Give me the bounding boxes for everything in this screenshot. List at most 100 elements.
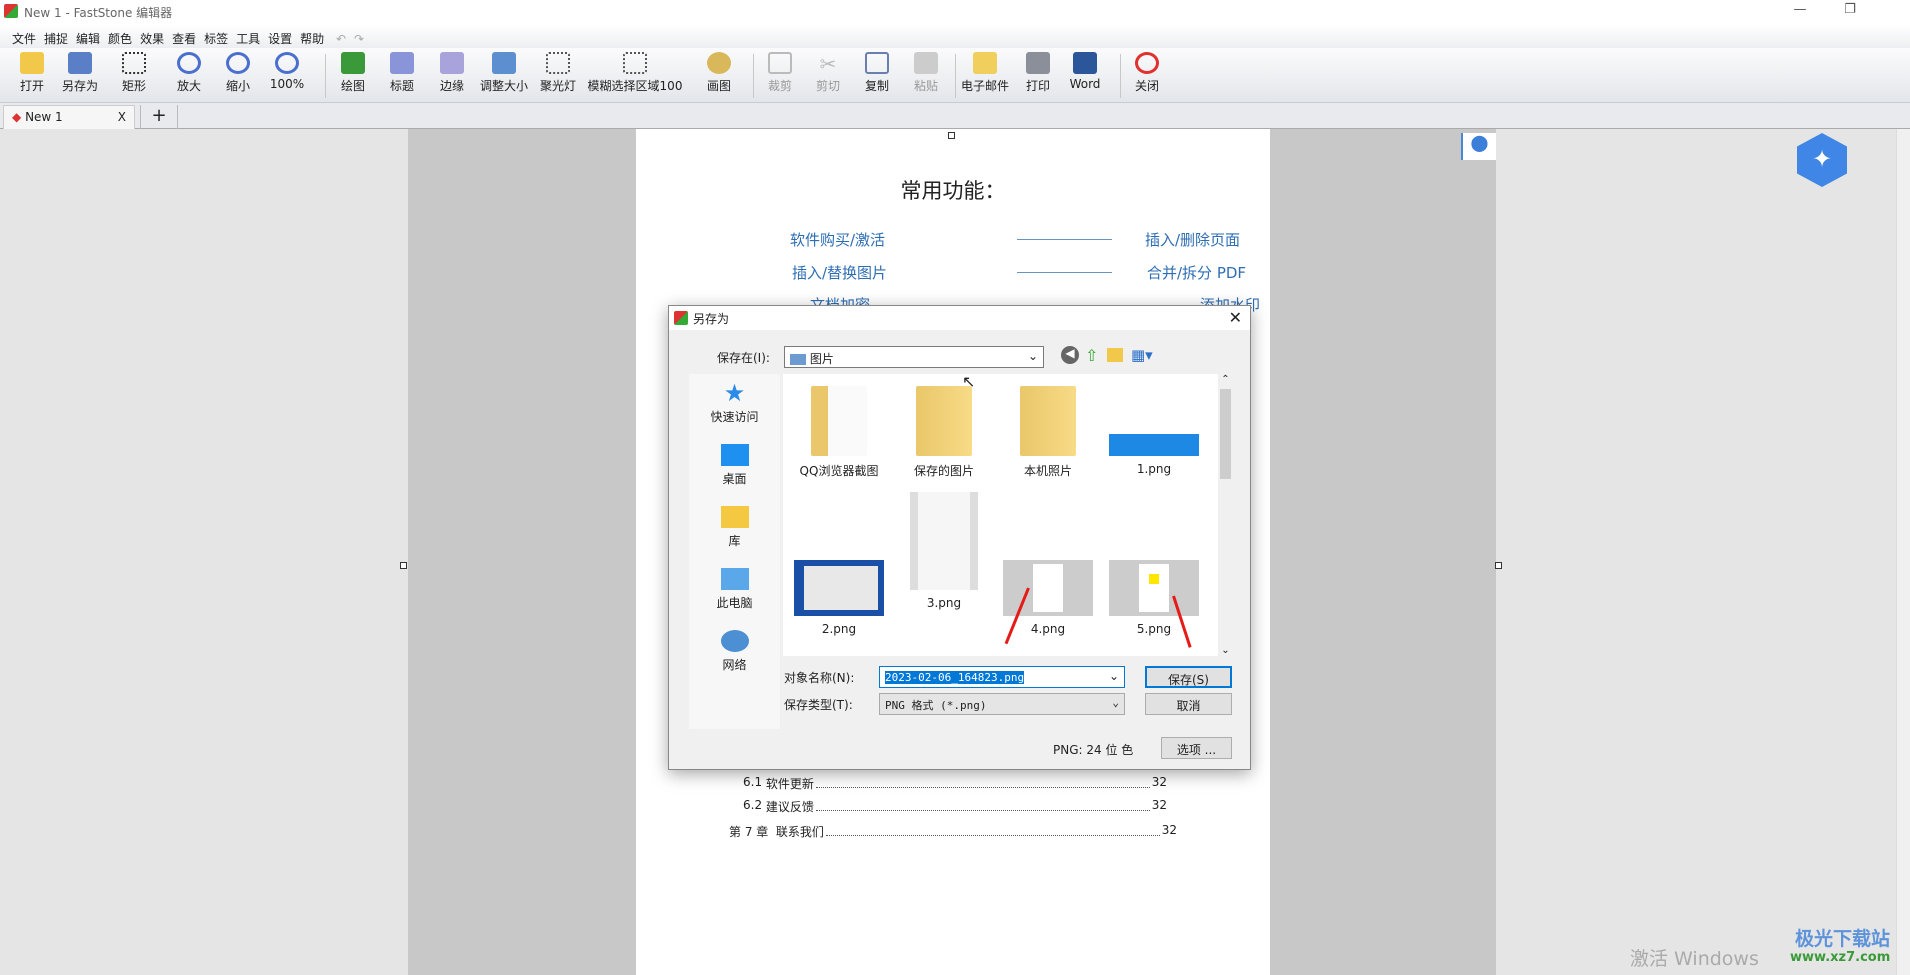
file-item[interactable]: 2.png [789, 534, 889, 636]
file-item[interactable]: 5.png [1104, 534, 1204, 636]
folder-icon [916, 386, 972, 456]
file-list-scrollbar[interactable]: ⌃ ⌄ [1218, 374, 1233, 656]
edge-button[interactable]: 边缘 [427, 52, 477, 100]
caption-button[interactable]: 标题 [377, 52, 427, 100]
spotlight-button[interactable]: 聚光灯 [533, 52, 583, 100]
menu-tools[interactable]: 工具 [232, 27, 264, 50]
print-button[interactable]: 打印 [1013, 52, 1063, 100]
file-item[interactable]: QQ浏览器截图 [789, 386, 889, 479]
save-button[interactable]: 保存(S) [1145, 666, 1232, 688]
menu-effects[interactable]: 效果 [136, 27, 168, 50]
resize-handle-top[interactable] [948, 132, 955, 139]
caption-icon [390, 52, 414, 74]
zoom-in-icon [177, 52, 201, 74]
resize-button[interactable]: 调整大小 [476, 52, 532, 100]
save-as-button[interactable]: 另存为 [55, 52, 105, 100]
doc-link: 插入/替换图片 [792, 264, 888, 282]
rectangle-select-button[interactable]: 矩形 [109, 52, 159, 100]
draw-button[interactable]: 绘图 [328, 52, 378, 100]
save-in-label: 保存在(I): [717, 351, 770, 365]
cancel-button[interactable]: 取消 [1145, 693, 1232, 715]
open-button[interactable]: 打开 [7, 52, 57, 100]
image-thumbnail [1109, 434, 1199, 456]
minimize-button[interactable]: — [1780, 2, 1820, 22]
menu-file[interactable]: 文件 [8, 27, 40, 50]
menu-settings[interactable]: 设置 [264, 27, 296, 50]
place-network[interactable]: 网络 [689, 630, 780, 673]
word-button[interactable]: Word [1060, 52, 1110, 100]
back-icon[interactable]: ◀ [1061, 346, 1079, 364]
place-this-pc[interactable]: 此电脑 [689, 568, 780, 611]
dialog-close-button[interactable]: ✕ [1229, 308, 1242, 327]
new-folder-icon[interactable] [1107, 348, 1123, 362]
restore-button[interactable]: ❐ [1830, 2, 1870, 22]
zoom-in-button[interactable]: 放大 [164, 52, 214, 100]
crop-button[interactable]: 裁剪 [755, 52, 805, 100]
tab-label: New 1 [25, 110, 63, 124]
menu-edit[interactable]: 编辑 [72, 27, 104, 50]
place-quick-access[interactable]: ★ 快速访问 [689, 381, 780, 425]
separator [955, 54, 956, 98]
menu-tags[interactable]: 标签 [200, 27, 232, 50]
zoom-out-button[interactable]: 缩小 [213, 52, 263, 100]
resize-handle-left[interactable] [400, 562, 407, 569]
zoom-level-button[interactable]: 100% [262, 52, 312, 100]
file-item[interactable]: 本机照片 [998, 386, 1098, 479]
activate-windows-watermark: 激活 Windows [1630, 948, 1759, 970]
cut-button[interactable]: ✂ 剪切 [803, 52, 853, 100]
save-in-dropdown[interactable]: 图片 ⌄ [784, 346, 1044, 368]
image-thumbnail [1003, 560, 1093, 616]
separator [1120, 54, 1121, 98]
file-item[interactable]: 保存的图片 [894, 386, 994, 479]
toc-entry: 第 7 章 联系我们 32 [729, 823, 1177, 839]
scroll-thumb[interactable] [1220, 389, 1231, 479]
place-desktop[interactable]: 桌面 [689, 444, 780, 487]
tab-new-1[interactable]: ◆ New 1 X [3, 105, 135, 129]
window-title: New 1 - FastStone 编辑器 [24, 6, 173, 20]
printer-icon [1026, 52, 1050, 74]
copy-button[interactable]: 复制 [852, 52, 902, 100]
site-watermark: 极光下载站 [1795, 928, 1891, 950]
email-button[interactable]: 电子邮件 [960, 52, 1010, 100]
doc-link: 软件购买/激活 [790, 231, 886, 249]
file-list: QQ浏览器截图 保存的图片 本机照片 1.png 2.png 3.png 4.p… [783, 374, 1218, 656]
toolbar: 打开 另存为 矩形 放大 缩小 100% 绘图 标题 边缘 调整大小 聚光灯 模… [0, 48, 1910, 103]
redo-icon[interactable]: ↷ [350, 29, 368, 49]
close-button[interactable]: 关闭 [1122, 52, 1172, 100]
chevron-down-icon: ⌄ [1112, 696, 1119, 709]
up-folder-icon[interactable]: ⇧ [1085, 346, 1098, 365]
place-libraries[interactable]: 库 [689, 506, 780, 549]
envelope-icon [973, 52, 997, 74]
paint-button[interactable]: 画图 [694, 52, 744, 100]
chevron-down-icon[interactable]: ⌄ [1109, 669, 1119, 683]
blur-button[interactable]: 模糊选择区域100 [585, 52, 685, 100]
menu-help[interactable]: 帮助 [296, 27, 328, 50]
title-bar: New 1 - FastStone 编辑器 — ❐ [0, 0, 1910, 25]
toc-entry: 6.2 建议反馈 32 [743, 798, 1167, 814]
options-button[interactable]: 选项 ... [1161, 737, 1232, 759]
resize-handle-right[interactable] [1495, 562, 1502, 569]
file-item[interactable]: 1.png [1104, 386, 1204, 476]
edge-icon [440, 52, 464, 74]
menu-view[interactable]: 查看 [168, 27, 200, 50]
menu-capture[interactable]: 捕捉 [40, 27, 72, 50]
scroll-down-icon[interactable]: ⌄ [1218, 645, 1233, 656]
open-folder-icon [20, 52, 44, 74]
file-name-input[interactable]: 2023-02-06_164823.png ⌄ [879, 666, 1125, 688]
scroll-up-icon[interactable]: ⌃ [1218, 374, 1233, 385]
add-tab-button[interactable]: + [140, 105, 178, 129]
tab-close-button[interactable]: X [118, 110, 126, 124]
paste-button[interactable]: 粘贴 [901, 52, 951, 100]
file-item[interactable]: 3.png [894, 492, 994, 610]
vertical-scrollbar[interactable] [1896, 129, 1910, 975]
undo-icon[interactable]: ↶ [332, 29, 350, 49]
view-menu-icon[interactable]: ▦▾ [1131, 346, 1153, 364]
folder-icon [811, 386, 867, 456]
menu-color[interactable]: 颜色 [104, 27, 136, 50]
copy-icon [865, 52, 889, 74]
pictures-folder-icon [790, 354, 806, 365]
file-type-dropdown[interactable]: PNG 格式 (*.png) ⌄ [879, 693, 1125, 715]
connector-line [1017, 239, 1112, 240]
location-pin-icon[interactable]: ⬤ [1461, 133, 1496, 160]
zoom-out-icon [226, 52, 250, 74]
